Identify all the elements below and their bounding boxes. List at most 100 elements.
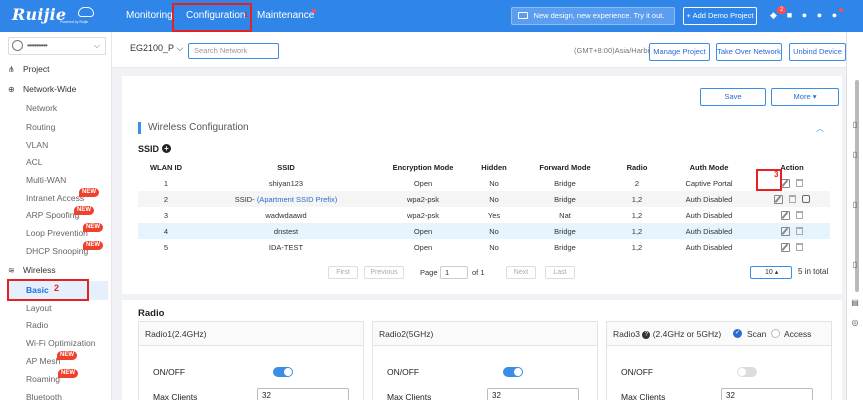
chat-icon[interactable]: ▤ [849, 298, 861, 307]
pager-last-button[interactable]: Last [545, 266, 575, 279]
help-icon[interactable]: ● [799, 10, 810, 21]
delete-icon[interactable] [796, 179, 803, 188]
save-button[interactable]: Save [700, 88, 766, 106]
unbind-device-button[interactable]: Unbind Device [789, 43, 846, 61]
cell-enc: wpa2-psk [406, 210, 440, 220]
radio2-max-clients-input[interactable]: 32 [487, 388, 579, 400]
user-icon[interactable]: ● [829, 10, 840, 21]
apartment-ssid-link[interactable]: (Apartment SSID Prefix) [257, 195, 337, 204]
col-hidden: Hidden [481, 163, 507, 172]
add-ssid-icon[interactable]: + [162, 144, 171, 153]
sidebar-wireless-label: Wireless [23, 265, 56, 275]
radio1-toggle[interactable] [273, 367, 293, 377]
sidebar-item-multi-wan[interactable]: Multi-WAN [26, 173, 66, 187]
pager-total: 5 in total [798, 267, 829, 276]
sidebar-item-roaming[interactable]: Roaming [26, 372, 60, 386]
cell-auth: Auth Disabled [664, 223, 754, 239]
sidebar-item-layout[interactable]: Layout [26, 301, 52, 315]
col-encryption: Encryption Mode [392, 163, 454, 172]
nav-maintenance[interactable]: Maintenance [257, 0, 314, 32]
sidebar-item-arp-spoofing[interactable]: ARP Spoofing [26, 208, 79, 222]
nav-configuration[interactable]: Configuration [186, 0, 245, 32]
sidebar-item-intranet-access[interactable]: Intranet Access [26, 191, 84, 205]
pager-next-button[interactable]: Next [506, 266, 536, 279]
project-icon: ⋔ [8, 65, 15, 74]
sidebar-item-loop-prevention[interactable]: Loop Prevention [26, 226, 88, 240]
cell-forward: Bridge [554, 242, 576, 252]
edit-icon[interactable] [781, 210, 790, 220]
pager-page-input[interactable]: 1 [440, 266, 468, 279]
pager-previous-button[interactable]: Previous [364, 266, 404, 279]
manage-project-button[interactable]: Manage Project [649, 43, 710, 61]
sidebar-item-acl[interactable]: ACL [26, 155, 43, 169]
sidebar-item-dhcp-snooping[interactable]: DHCP Snooping [26, 244, 88, 258]
nav-monitoring[interactable]: Monitoring [126, 0, 173, 32]
sidebar-network-wide[interactable]: ⊕ Network-Wide [8, 82, 76, 96]
logo-subtitle: Powered by Ruijie [60, 20, 89, 24]
ruijie-logo[interactable]: Ruijie Powered by Ruijie [12, 5, 100, 27]
access-label: Access [784, 329, 812, 339]
tool-icon[interactable]: ▯ [849, 260, 861, 269]
sidebar-item-basic[interactable]: Basic [26, 283, 49, 297]
sidebar-project-label: Project [23, 64, 50, 74]
globe-small-icon: ⊕ [8, 85, 15, 94]
sidebar-item-routing[interactable]: Routing [26, 120, 55, 134]
config-icon[interactable] [802, 195, 810, 204]
tool-icon[interactable]: ▯ [849, 150, 861, 159]
avatar-icon [12, 40, 23, 51]
search-network-input[interactable]: Search Network [188, 43, 279, 59]
headset-icon[interactable]: ◎ [849, 318, 861, 327]
more-button[interactable]: More ▾ [771, 88, 839, 106]
ssid-table: WLAN ID SSID Encryption Mode Hidden Forw… [138, 160, 830, 255]
edit-icon[interactable] [781, 226, 790, 236]
sidebar-item-ap-mesh[interactable]: AP Mesh [26, 354, 60, 368]
sidebar-item-vlan[interactable]: VLAN [26, 138, 48, 152]
radio1-max-clients-input[interactable]: 32 [257, 388, 349, 400]
radio3-toggle[interactable] [737, 367, 757, 377]
box-icon[interactable]: ■ [784, 10, 795, 21]
tool-icon[interactable]: ▯ [849, 200, 861, 209]
tool-icon[interactable]: ▯ [849, 120, 861, 129]
annotation-1: 1 [244, 12, 248, 19]
cell-ssid: IDA-TEST [268, 242, 304, 252]
new-design-banner[interactable]: New design, new experience. Try it out. [511, 7, 675, 25]
sidebar-item-wifi-optimization[interactable]: Wi-Fi Optimization [26, 336, 95, 350]
pager-of-label: of 1 [472, 268, 485, 277]
delete-icon[interactable] [796, 227, 803, 236]
globe-icon[interactable]: ● [814, 10, 825, 21]
page-size-select[interactable]: 10 ▴ [750, 266, 792, 279]
new-badge: NEW [83, 241, 103, 250]
delete-icon[interactable] [796, 211, 803, 220]
radio3-max-clients-input[interactable]: 32 [721, 388, 813, 400]
sidebar-wireless[interactable]: ≋ Wireless [8, 263, 56, 277]
help-icon[interactable]: ? [642, 330, 651, 339]
edit-icon[interactable] [781, 178, 790, 188]
chevron-down-icon: ⌵ [93, 41, 100, 50]
take-over-network-button[interactable]: Take Over Network [716, 43, 782, 61]
add-demo-project-button[interactable]: + Add Demo Project [683, 7, 757, 25]
sidebar-item-radio[interactable]: Radio [26, 318, 48, 332]
device-selector[interactable]: EG2100_P ⌵ [130, 43, 183, 54]
scan-checkbox[interactable]: ✓ [733, 329, 742, 338]
delete-icon[interactable] [789, 195, 796, 204]
cell-ssid: shiyan123 [268, 178, 304, 188]
edit-icon[interactable] [774, 194, 783, 204]
pager-first-button[interactable]: First [328, 266, 358, 279]
access-radio[interactable] [771, 329, 780, 338]
ssid-prefix: SSID- [234, 194, 257, 204]
timezone-text: (GMT+8:00)Asia/Harbin [574, 46, 654, 55]
delete-icon[interactable] [796, 243, 803, 252]
sidebar-item-bluetooth[interactable]: Bluetooth [26, 390, 62, 400]
cell-radio: 1,2 [610, 223, 664, 239]
cell-id: 5 [163, 242, 169, 252]
ssid-heading: SSID [138, 144, 160, 154]
user-selector[interactable]: ••••••••••• ⌵ [8, 37, 106, 55]
sidebar-project[interactable]: ⋔ Project [8, 62, 49, 76]
table-row: 3 wadwdaawd wpa2-psk Yes Nat 1,2 Auth Di… [138, 207, 830, 223]
pager-page-label: Page [420, 268, 438, 277]
edit-icon[interactable] [781, 242, 790, 252]
device-name: EG2100_P [130, 43, 174, 53]
radio2-toggle[interactable] [503, 367, 523, 377]
sidebar-item-network[interactable]: Network [26, 101, 57, 115]
chevron-up-icon[interactable]: ︿ [816, 123, 824, 134]
